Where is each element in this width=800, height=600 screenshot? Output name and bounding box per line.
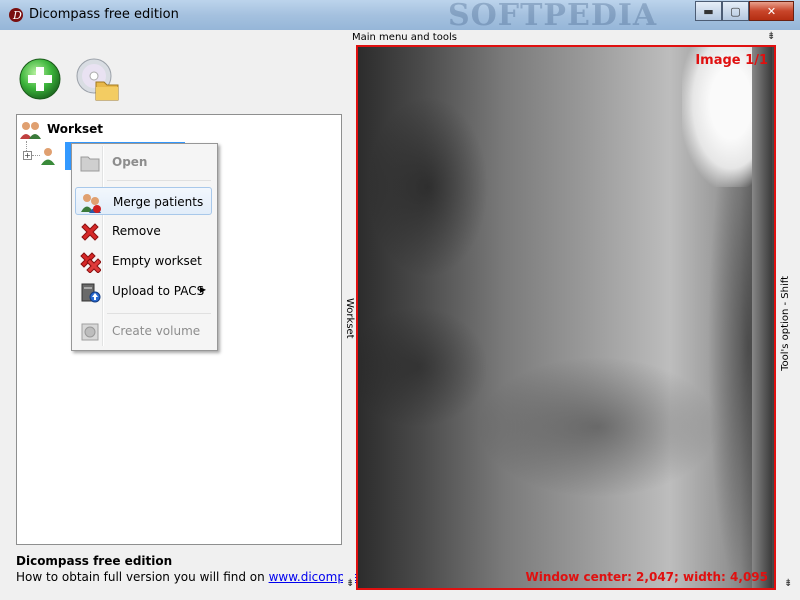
main-window: D Dicompass free edition SOFTPEDIA ▬ ▢ ✕ <box>0 0 800 600</box>
folder-icon <box>80 156 100 172</box>
pin-icon[interactable]: ⇟ <box>346 578 354 589</box>
xray-edge-band <box>752 47 772 588</box>
menu-gutter <box>102 146 104 346</box>
menu-item-create-volume[interactable]: Create volume <box>75 317 212 345</box>
submenu-arrow-icon: ▶ <box>199 285 206 294</box>
menu-item-upload-to-pacs[interactable]: Upload to PACS ▶ <box>75 277 212 305</box>
tree-expander[interactable]: + <box>23 151 32 160</box>
workset-title: Workset <box>47 122 103 136</box>
maximize-button[interactable]: ▢ <box>722 1 749 21</box>
context-menu: Open Merge patients Remove Empty workset <box>71 143 218 351</box>
minimize-button[interactable]: ▬ <box>695 1 722 21</box>
merge-patients-icon <box>81 194 101 213</box>
workset-group-icon <box>20 122 41 139</box>
menu-item-label: Create volume <box>112 324 201 338</box>
footer-description: How to obtain full version you will find… <box>16 570 265 584</box>
xray-bright-region <box>682 47 752 187</box>
footer-text: How to obtain full version you will find… <box>16 570 382 584</box>
remove-icon <box>81 223 99 241</box>
menu-item-merge-patients[interactable]: Merge patients <box>75 187 212 215</box>
menu-separator <box>107 313 211 314</box>
menu-item-label: Merge patients <box>113 195 204 209</box>
empty-workset-icon <box>80 252 101 273</box>
open-dicom-cd-icon[interactable] <box>74 56 120 102</box>
image-counter: Image 1/1 <box>695 53 768 68</box>
close-button[interactable]: ✕ <box>749 1 794 21</box>
menu-item-label: Open <box>112 155 148 169</box>
menu-item-empty-workset[interactable]: Empty workset <box>75 247 212 275</box>
create-volume-icon <box>81 323 99 341</box>
menu-item-label: Upload to PACS <box>112 284 205 298</box>
svg-text:D: D <box>12 9 22 22</box>
tools-option-label[interactable]: Tool's option - Shift <box>780 276 791 371</box>
menu-item-open[interactable]: Open <box>75 148 212 176</box>
softpedia-watermark: SOFTPEDIA <box>448 0 658 33</box>
pin-icon[interactable]: ⇟ <box>767 31 775 42</box>
window-level-info: Window center: 2,047; width: 4,095 <box>525 570 769 584</box>
dicompass-app-icon: D <box>9 8 23 22</box>
tree-line <box>26 141 27 151</box>
workset-panel-label[interactable]: Workset <box>344 298 355 339</box>
image-viewer[interactable]: Image 1/1 Window center: 2,047; width: 4… <box>356 45 776 590</box>
main-menu-tools-label[interactable]: Main menu and tools <box>352 32 457 43</box>
window-title: Dicompass free edition <box>29 7 179 22</box>
menu-item-remove[interactable]: Remove <box>75 217 212 245</box>
footer-title: Dicompass free edition <box>16 554 173 568</box>
title-bar[interactable]: D Dicompass free edition SOFTPEDIA ▬ ▢ ✕ <box>0 0 800 33</box>
menu-item-label: Remove <box>112 224 161 238</box>
menu-separator <box>107 180 211 181</box>
patient-icon <box>41 148 55 165</box>
pin-icon[interactable]: ⇟ <box>784 578 792 589</box>
add-button[interactable] <box>18 56 64 102</box>
upload-pacs-icon <box>81 283 101 303</box>
menu-item-label: Empty workset <box>112 254 202 268</box>
